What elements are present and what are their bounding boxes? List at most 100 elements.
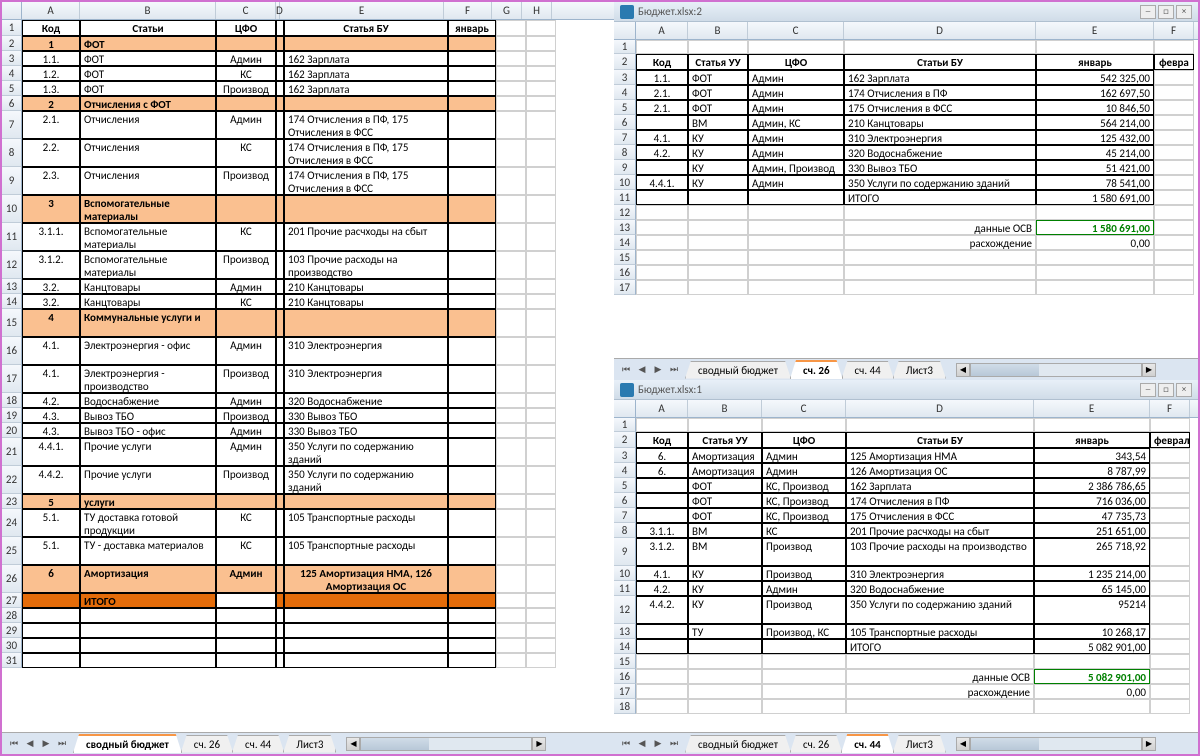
cell[interactable]: Админ [216,279,276,294]
cell[interactable] [526,66,556,81]
row-header-26[interactable]: 26 [2,565,22,593]
cell[interactable] [496,593,526,608]
row-header-3[interactable]: 3 [614,70,636,85]
col-header-C[interactable]: C [748,22,844,39]
row-header-12[interactable]: 12 [2,251,22,279]
cell[interactable] [276,309,284,337]
cell[interactable]: Админ [748,145,844,160]
cell[interactable] [526,653,556,668]
cell[interactable] [844,265,1036,280]
cell[interactable]: 6 [22,565,80,593]
cell[interactable]: КС [216,139,276,167]
empty-cell[interactable] [1036,40,1154,54]
cell[interactable] [846,699,1034,714]
cell[interactable] [526,466,556,494]
cell[interactable] [284,309,448,337]
sheet-tab-0[interactable]: сводный бюджет [73,734,182,753]
column-headers[interactable]: ABCDEF [614,22,1198,40]
cell[interactable]: 5 082 901,00 [1034,639,1150,654]
row-header-5[interactable]: 5 [614,100,636,115]
row-header-9[interactable]: 9 [614,160,636,175]
row-header-12[interactable]: 12 [614,596,636,624]
col-header-A[interactable]: A [22,2,80,19]
cell[interactable] [448,638,496,653]
cell[interactable]: Прочие услуги [80,438,216,466]
cell[interactable]: 6. [636,463,688,478]
header-cell[interactable]: Статьи [80,20,216,36]
cell[interactable] [276,608,284,623]
cell[interactable]: 2.1. [636,85,688,100]
cell[interactable] [526,438,556,466]
cell[interactable]: Отчисления [80,111,216,139]
cell[interactable]: Коммунальные услуги и [80,309,216,337]
cell[interactable] [526,337,556,365]
cell[interactable] [1036,280,1154,295]
row-header-5[interactable]: 5 [614,478,636,493]
row-header-1[interactable]: 1 [614,40,636,54]
cell[interactable]: 162 Зарплата [284,81,448,96]
cell[interactable]: 320 Водоснабжение [284,393,448,408]
scroll-right-arrow[interactable]: ▶ [532,737,546,751]
col-header-B[interactable]: B [80,2,216,19]
cell[interactable] [1034,654,1150,669]
row-header-16[interactable]: 16 [614,669,636,684]
row-header-15[interactable]: 15 [614,250,636,265]
col-header-H[interactable]: H [522,2,552,19]
cell[interactable]: 162 Зарплата [846,478,1034,493]
cell[interactable]: 4.1. [22,365,80,393]
cell[interactable]: 4.2. [636,145,688,160]
cell[interactable] [276,111,284,139]
header-cell[interactable]: январь [1036,54,1154,70]
empty-cell[interactable] [844,40,1036,54]
cell[interactable] [80,653,216,668]
cell[interactable] [526,111,556,139]
minimize-button[interactable]: ─ [1140,5,1156,19]
cell[interactable] [448,195,496,223]
cell[interactable]: Производ [216,466,276,494]
cell[interactable] [636,280,688,295]
cell[interactable] [1150,581,1190,596]
cell[interactable]: Админ [748,130,844,145]
cell[interactable]: КС, Производ [762,478,846,493]
cell[interactable]: ФОТ [688,70,748,85]
cell[interactable]: ТУ - доставка материалов [80,537,216,565]
cell[interactable] [748,280,844,295]
cell[interactable]: Админ [748,175,844,190]
header-cell[interactable] [276,20,284,36]
cell[interactable]: ВМ [688,115,748,130]
cell[interactable]: 4.4.1. [22,438,80,466]
cell[interactable]: Вспомогательные материалы [80,195,216,223]
cell[interactable]: 350 Услуги по содержанию зданий [844,175,1036,190]
cell[interactable]: 162 Зарплата [284,66,448,81]
cell[interactable] [1036,265,1154,280]
cell[interactable]: 310 Электроэнергия [284,365,448,393]
cell[interactable] [1150,624,1190,639]
cell[interactable]: ВМ [688,523,762,538]
cell[interactable]: 125 432,00 [1036,130,1154,145]
row-header-10[interactable]: 10 [614,566,636,581]
row-header-21[interactable]: 21 [2,438,22,466]
row-header-5[interactable]: 5 [2,81,22,96]
cell[interactable] [636,160,688,175]
cell[interactable]: 6. [636,448,688,463]
cell[interactable]: 10 846,50 [1036,100,1154,115]
cell[interactable] [526,195,556,223]
scroll-left-arrow[interactable]: ◀ [956,363,970,377]
empty-cell[interactable] [526,20,556,36]
cell[interactable]: Канцтовары [80,294,216,309]
cell[interactable] [1150,508,1190,523]
cell[interactable] [276,638,284,653]
select-all-corner[interactable] [614,400,636,418]
cell[interactable] [844,250,1036,265]
cell[interactable] [496,251,526,279]
cell[interactable] [496,365,526,393]
cell[interactable]: 3.1.2. [22,251,80,279]
cell[interactable]: 51 421,00 [1036,160,1154,175]
row-header-30[interactable]: 30 [2,638,22,653]
cell[interactable] [748,265,844,280]
cell[interactable]: 350 Услуги по содержанию зданий [846,596,1034,624]
sheet-tab-1[interactable]: сч. 26 [790,735,842,753]
cell[interactable]: 330 Вывоз ТБО [844,160,1036,175]
cell[interactable] [1150,523,1190,538]
cell[interactable] [448,223,496,251]
